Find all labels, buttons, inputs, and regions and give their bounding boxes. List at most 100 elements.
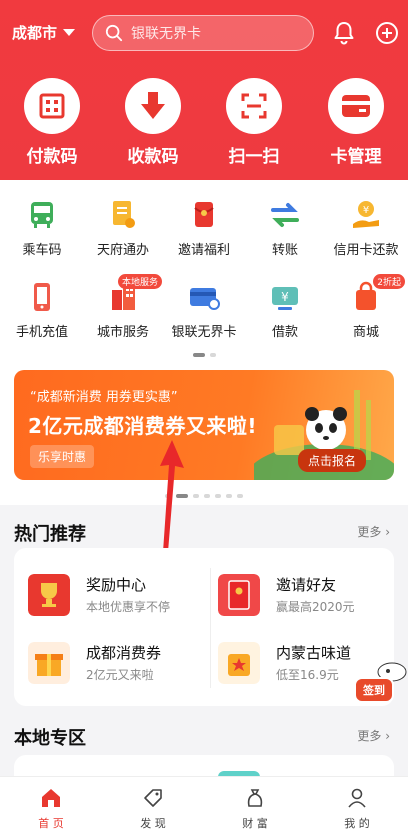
trophy-icon: [28, 574, 70, 616]
hot-section-title: 热门推荐: [14, 524, 86, 545]
local-more-link[interactable]: 更多 ›: [357, 727, 390, 744]
invite-envelope-icon: [218, 574, 260, 616]
scan-button[interactable]: 扫一扫: [214, 78, 294, 167]
download-arrow-icon: [141, 92, 165, 119]
service-city[interactable]: 本地服务 城市服务: [83, 274, 163, 340]
bus-icon: [31, 202, 53, 228]
pager-dot: [209, 353, 216, 357]
service-tianfu[interactable]: 天府通办: [83, 198, 163, 258]
service-label: 城市服务: [96, 325, 149, 340]
divider: [210, 568, 211, 688]
service-mall[interactable]: 2折起 商城: [326, 274, 406, 340]
search-icon: [105, 24, 123, 42]
transfer-icon: [271, 203, 299, 227]
home-icon: [42, 789, 60, 807]
caret-down-icon: [63, 29, 76, 36]
scan-label: 扫一扫: [228, 147, 280, 167]
service-invite[interactable]: 邀请福利: [164, 198, 244, 258]
hot-more-link[interactable]: 更多 ›: [357, 523, 390, 540]
pager-dot-active: [192, 353, 205, 357]
person-icon: [348, 788, 366, 808]
service-label: 银联无界卡: [171, 325, 237, 340]
service-label: 转账: [271, 243, 298, 258]
service-unionpay-card[interactable]: 银联无界卡: [164, 280, 244, 340]
banner-section: “成都新消费 用券更实惠” 2亿元成都消费券又来啦! 乐享时惠 点击报名: [0, 370, 408, 505]
quick-actions: 付款码 收款码 扫一扫 卡管理: [0, 78, 408, 168]
service-bus-code[interactable]: 乘车码: [2, 198, 82, 258]
pager-dot: [237, 494, 243, 498]
tab-mine[interactable]: 我 的: [306, 777, 408, 839]
pager-dot: [226, 494, 232, 498]
card-manage-label: 卡管理: [330, 147, 382, 167]
pay-code-label: 付款码: [26, 147, 78, 167]
red-arrow-annotation: [160, 440, 184, 552]
credit-repay-icon: ¥: [353, 201, 379, 228]
phone-icon: [34, 283, 50, 311]
search-placeholder: 银联无界卡: [131, 26, 201, 42]
bottom-tab-bar: 首 页 发 现 财 富 我 的: [0, 776, 408, 839]
city-label: 成都市: [12, 24, 58, 42]
promo-banner[interactable]: “成都新消费 用券更实惠” 2亿元成都消费券又来啦! 乐享时惠 点击报名: [14, 370, 394, 480]
hot-item-sub: 本地优惠享不停: [86, 600, 171, 614]
red-envelope-icon: [194, 202, 214, 227]
discount-tag: 2折起: [373, 274, 405, 289]
service-label: 信用卡还款: [333, 243, 399, 258]
receive-code-button[interactable]: 收款码: [113, 78, 193, 167]
service-label: 手机充值: [15, 325, 68, 340]
banner-sub-button[interactable]: 乐享时惠: [30, 445, 95, 468]
banner-pager: [0, 494, 408, 498]
tab-label: 我 的: [344, 817, 370, 830]
local-service-tag: 本地服务: [117, 274, 162, 289]
scan-icon: [241, 93, 267, 119]
pay-code-button[interactable]: 付款码: [12, 78, 92, 167]
svg-text:¥: ¥: [281, 290, 289, 304]
card-manage-button[interactable]: 卡管理: [316, 78, 396, 167]
service-label: 邀请福利: [177, 243, 230, 258]
service-label: 天府通办: [96, 243, 149, 258]
hot-item-sub: 2亿元又来啦: [86, 668, 154, 682]
hot-item-rewards[interactable]: 奖励中心 本地优惠享不停: [28, 568, 208, 628]
hot-item-title: 奖励中心: [86, 576, 147, 594]
hot-item-title: 邀请好友: [276, 576, 337, 594]
city-selector[interactable]: 成都市: [12, 22, 76, 43]
gift-box-icon: [28, 642, 70, 684]
unionpay-card-icon: [190, 288, 220, 310]
plus-circle-icon[interactable]: [374, 20, 400, 46]
services-pager: [0, 353, 408, 357]
hot-item-title: 成都消费券: [86, 644, 162, 662]
service-transfer[interactable]: 转账: [245, 198, 325, 258]
money-bag-icon: [247, 789, 263, 807]
banner-title: 2亿元成都消费券又来啦!: [28, 414, 258, 438]
qr-code-icon: [39, 93, 65, 119]
banner-tagline: “成都新消费 用券更实惠”: [30, 390, 178, 405]
service-loan[interactable]: ¥ 借款: [245, 280, 325, 340]
star-bag-icon: [218, 642, 260, 684]
hot-item-sub: 低至16.9元: [276, 668, 339, 682]
banner-cta-button[interactable]: 点击报名: [297, 449, 366, 472]
bell-icon[interactable]: [331, 20, 357, 46]
hot-item-title: 内蒙古味道: [276, 644, 352, 662]
signin-label: 签到: [354, 677, 394, 703]
service-credit-repay[interactable]: ¥ 信用卡还款: [326, 198, 406, 258]
tab-label: 财 富: [242, 817, 268, 830]
hot-item-invite[interactable]: 邀请好友 赢最高2020元: [218, 568, 398, 628]
signin-floating-button[interactable]: 签到: [352, 660, 408, 708]
pager-dot: [204, 494, 210, 498]
tab-discover[interactable]: 发 现: [102, 777, 204, 839]
hot-item-coupon[interactable]: 成都消费券 2亿元又来啦: [28, 636, 208, 696]
tab-label: 首 页: [38, 817, 64, 830]
tab-wealth[interactable]: 财 富: [204, 777, 306, 839]
tag-icon: [144, 789, 162, 807]
services-grid: 乘车码 天府通办 邀请福利 转账 ¥ 信用卡还款 手机充值 本地服务 城市服务 …: [0, 180, 408, 370]
service-label: 商城: [352, 325, 379, 340]
service-label: 借款: [271, 325, 298, 340]
pager-dot: [215, 494, 221, 498]
service-label: 乘车码: [22, 243, 62, 258]
card-icon: [342, 95, 370, 117]
document-icon: [113, 201, 135, 228]
pager-dot: [193, 494, 199, 498]
local-section-title: 本地专区: [14, 728, 86, 749]
tab-home[interactable]: 首 页: [0, 777, 102, 839]
service-phone-topup[interactable]: 手机充值: [2, 280, 82, 340]
search-input[interactable]: 银联无界卡: [92, 15, 314, 51]
